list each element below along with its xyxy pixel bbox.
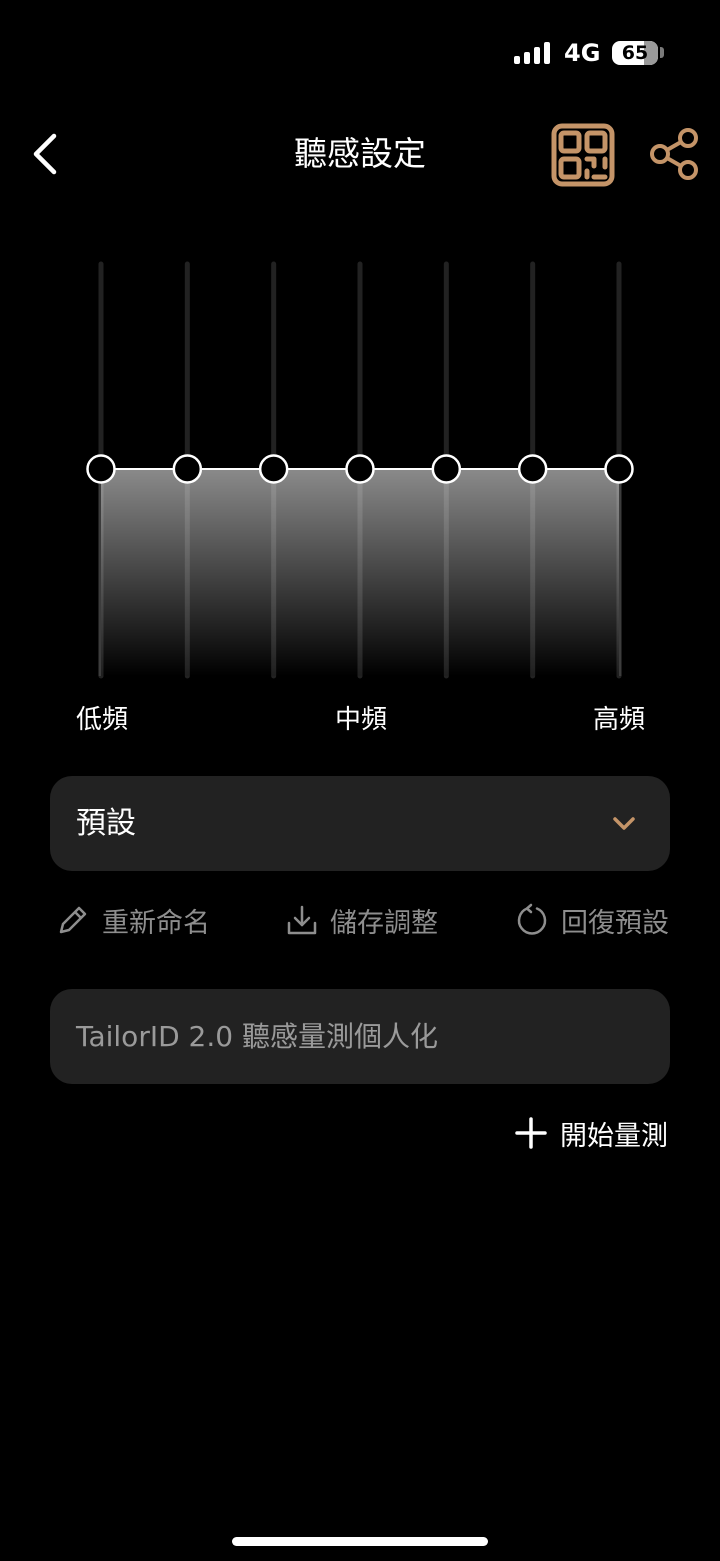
eq-band-handle[interactable] [86, 454, 116, 484]
battery-nub [660, 47, 664, 58]
home-indicator [232, 1537, 488, 1546]
battery-icon: 65 [612, 41, 658, 65]
tailorid-label: TailorID 2.0 聽感量測個人化 [76, 1020, 438, 1053]
rename-label: 重新命名 [102, 907, 210, 939]
mid-frequency-label: 中頻 [335, 705, 388, 735]
rename-button[interactable]: 重新命名 [56, 896, 210, 944]
signal-strength-icon [514, 42, 550, 64]
save-adjustment-label: 儲存調整 [330, 907, 438, 939]
eq-band-handle[interactable] [345, 454, 375, 484]
share-button[interactable] [644, 122, 706, 186]
low-frequency-label: 低頻 [76, 705, 129, 735]
save-adjustment-button[interactable]: 儲存調整 [286, 896, 438, 944]
eq-band-handle[interactable] [604, 454, 634, 484]
pencil-icon [59, 906, 87, 934]
tailorid-box[interactable]: TailorID 2.0 聽感量測個人化 [50, 989, 670, 1084]
reset-icon [517, 903, 547, 935]
high-frequency-label: 高頻 [593, 705, 646, 735]
start-measurement-button[interactable]: 開始量測 [514, 1110, 668, 1156]
plus-icon [515, 1117, 547, 1149]
eq-band-handle[interactable] [172, 454, 203, 484]
start-measurement-label: 開始量測 [560, 1120, 668, 1152]
restore-default-button[interactable]: 回復預設 [515, 896, 669, 944]
eq-band-handle[interactable] [431, 454, 462, 484]
share-icon [650, 128, 698, 180]
battery-level: 65 [621, 42, 649, 64]
preset-selected-value: 預設 [76, 806, 136, 841]
download-icon [287, 905, 317, 935]
eq-band-handle[interactable] [517, 454, 548, 484]
chevron-down-icon [613, 817, 635, 830]
qr-code-button[interactable] [548, 120, 618, 190]
network-type: 4G [564, 39, 601, 67]
eq-band-handle[interactable] [258, 454, 289, 484]
equalizer-graph[interactable] [0, 240, 720, 700]
restore-default-label: 回復預設 [561, 907, 669, 939]
qr-code-icon [551, 123, 615, 187]
preset-dropdown[interactable]: 預設 [50, 776, 670, 871]
